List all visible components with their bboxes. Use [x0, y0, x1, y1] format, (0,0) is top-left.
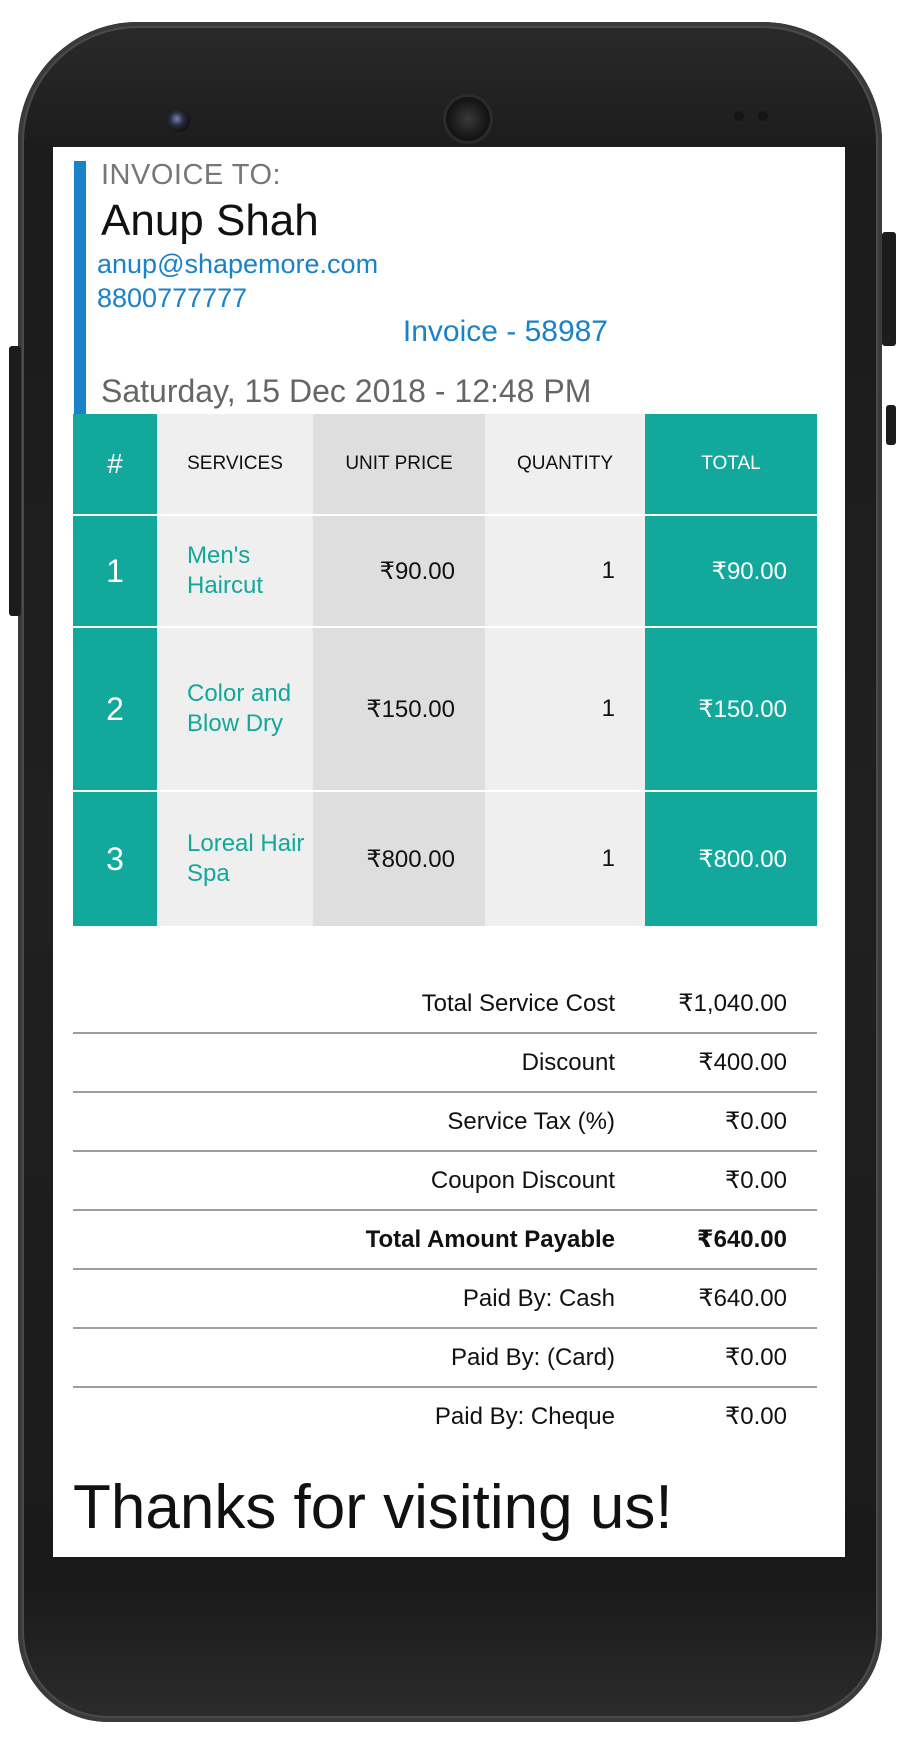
table-row: 1 Men's Haircut ₹90.00 1 ₹90.00 [73, 516, 817, 628]
summary-label: Paid By: Cash [462, 1284, 615, 1312]
invoice-screen: INVOICE TO: Anup Shah anup@shapemore.com… [53, 147, 845, 1557]
summary-row-total-payable: Total Amount Payable ₹640.00 [73, 1211, 817, 1270]
services-table: # SERVICES UNIT PRICE QUANTITY TOTAL 1 M… [73, 414, 817, 926]
invoice-date: Saturday, 15 Dec 2018 - 12:48 PM [101, 373, 592, 409]
power-button [882, 232, 896, 346]
summary-value: ₹0.00 [725, 1344, 787, 1371]
row-unit-price: ₹800.00 [313, 792, 485, 926]
summary-value: ₹0.00 [725, 1403, 787, 1430]
summary-label: Paid By: Cheque [434, 1402, 615, 1430]
summary-value: ₹640.00 [696, 1226, 787, 1253]
row-quantity: 1 [485, 516, 645, 626]
header-unit-price: UNIT PRICE [313, 414, 485, 514]
customer-name: Anup Shah [101, 196, 319, 245]
summary-label: Service Tax (%) [447, 1107, 615, 1135]
table-row: 2 Color and Blow Dry ₹150.00 1 ₹150.00 [73, 628, 817, 792]
table-header-row: # SERVICES UNIT PRICE QUANTITY TOTAL [73, 414, 817, 516]
payment-summary: Total Service Cost ₹1,040.00 Discount ₹4… [73, 975, 817, 1445]
summary-label: Total Service Cost [421, 989, 615, 1017]
row-total: ₹150.00 [645, 628, 817, 790]
summary-label: Total Amount Payable [365, 1225, 615, 1253]
row-num: 1 [73, 516, 157, 626]
row-service: Color and Blow Dry [157, 628, 313, 790]
row-unit-price: ₹150.00 [313, 628, 485, 790]
side-key [886, 405, 896, 445]
row-service: Men's Haircut [157, 516, 313, 626]
row-num: 2 [73, 628, 157, 790]
summary-row-coupon-discount: Coupon Discount ₹0.00 [73, 1152, 817, 1211]
row-service: Loreal Hair Spa [157, 792, 313, 926]
summary-row-paid-card: Paid By: (Card) ₹0.00 [73, 1329, 817, 1388]
row-quantity: 1 [485, 628, 645, 790]
earpiece-speaker [446, 97, 490, 141]
summary-label: Paid By: (Card) [450, 1343, 615, 1371]
summary-value: ₹640.00 [698, 1285, 787, 1312]
row-num: 3 [73, 792, 157, 926]
summary-row-discount: Discount ₹400.00 [73, 1034, 817, 1093]
invoice-to-label: INVOICE TO: [101, 159, 282, 191]
row-quantity: 1 [485, 792, 645, 926]
row-total: ₹90.00 [645, 516, 817, 626]
summary-row-service-tax: Service Tax (%) ₹0.00 [73, 1093, 817, 1152]
thanks-message: Thanks for visiting us! [73, 1473, 673, 1542]
header-total: TOTAL [645, 414, 817, 514]
summary-row-total-service-cost: Total Service Cost ₹1,040.00 [73, 975, 817, 1034]
row-unit-price: ₹90.00 [313, 516, 485, 626]
volume-button [9, 346, 21, 616]
customer-email-link[interactable]: anup@shapemore.com [97, 249, 378, 280]
summary-row-paid-cash: Paid By: Cash ₹640.00 [73, 1270, 817, 1329]
header-services: SERVICES [157, 414, 313, 514]
summary-row-paid-cheque: Paid By: Cheque ₹0.00 [73, 1388, 817, 1445]
summary-value: ₹0.00 [725, 1108, 787, 1135]
summary-value: ₹1,040.00 [678, 990, 787, 1017]
customer-phone-link[interactable]: 8800777777 [97, 283, 247, 314]
summary-value: ₹0.00 [725, 1167, 787, 1194]
front-camera-icon [168, 110, 190, 132]
header-num: # [73, 414, 157, 514]
summary-label: Coupon Discount [430, 1166, 615, 1194]
header-quantity: QUANTITY [485, 414, 645, 514]
summary-value: ₹400.00 [698, 1049, 787, 1076]
proximity-sensor [734, 108, 780, 124]
summary-label: Discount [521, 1048, 615, 1076]
table-row: 3 Loreal Hair Spa ₹800.00 1 ₹800.00 [73, 792, 817, 926]
row-total: ₹800.00 [645, 792, 817, 926]
invoice-number: Invoice - 58987 [402, 315, 608, 348]
